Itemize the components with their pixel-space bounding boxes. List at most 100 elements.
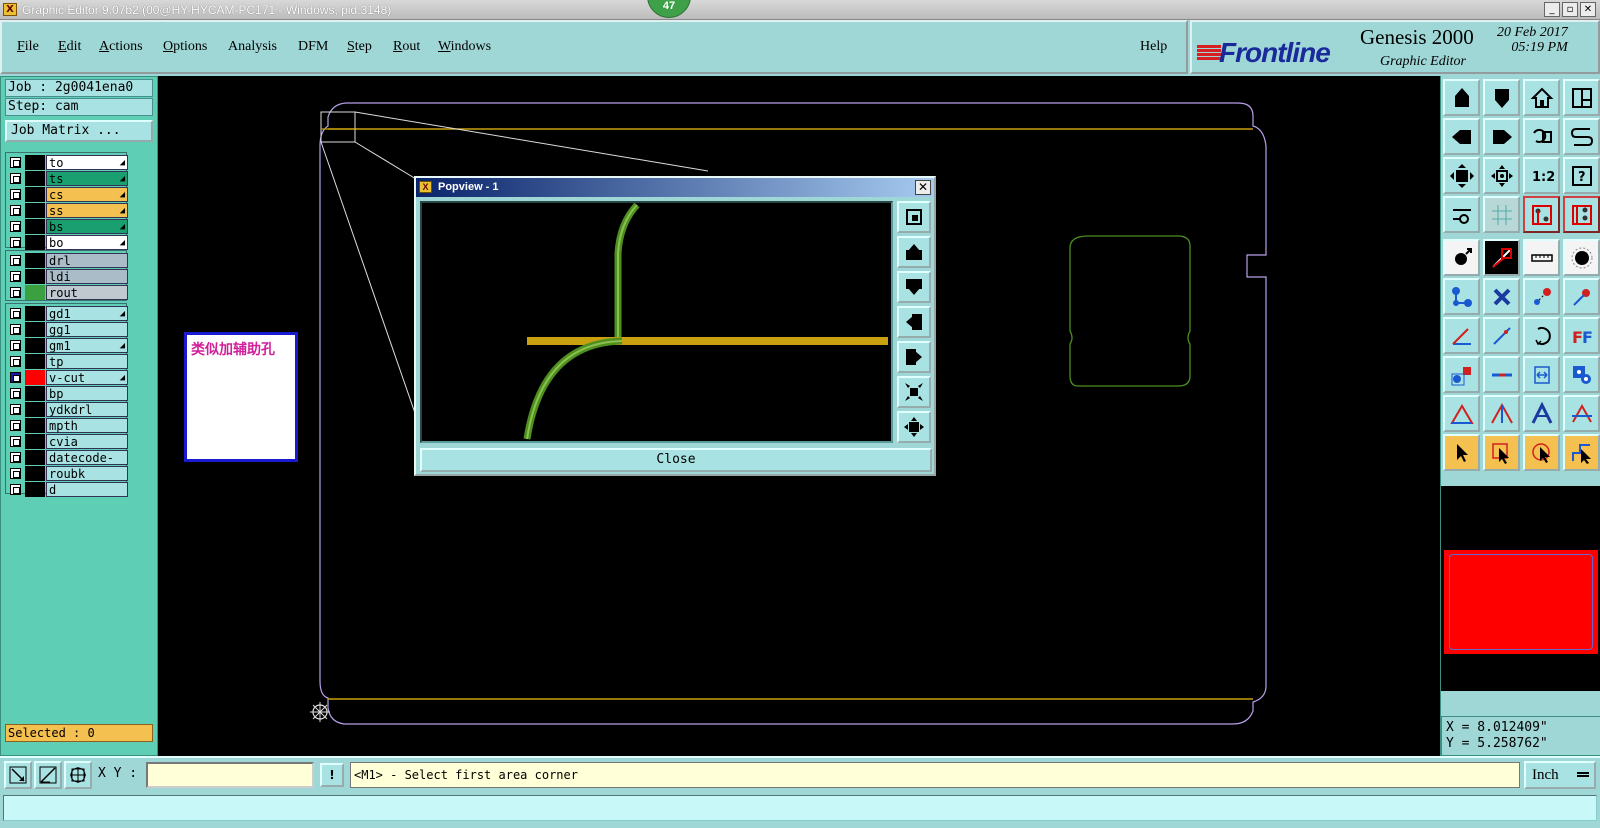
pan-down-icon[interactable] (1483, 79, 1520, 116)
layer-color-swatch[interactable] (25, 369, 45, 385)
layer-row-ss[interactable]: ss ◢ (8, 202, 128, 219)
popview-zoom-out-icon[interactable] (897, 411, 931, 443)
layer-row-roubk[interactable]: roubk (8, 465, 128, 482)
layer-checkbox[interactable] (10, 355, 21, 367)
layer-display-alt-icon[interactable] (1563, 196, 1600, 233)
layer-row-bs[interactable]: bs ◢ (8, 218, 128, 235)
menu-analysis[interactable]: Analysis (228, 39, 277, 55)
settings-tools-icon[interactable] (1443, 196, 1480, 233)
layer-color-swatch[interactable] (25, 481, 45, 497)
layer-checkbox[interactable] (10, 286, 21, 298)
select-area-icon[interactable] (1483, 434, 1520, 471)
layer-row-bo[interactable]: bo ◢ (8, 234, 128, 251)
layer-checkbox[interactable] (10, 403, 21, 415)
menu-step[interactable]: Step (347, 39, 372, 55)
popview-close-button[interactable]: Close (420, 448, 932, 472)
alert-icon[interactable]: ! (320, 763, 344, 787)
window-split-icon[interactable] (1563, 79, 1600, 116)
layer-name[interactable]: bp (46, 385, 128, 401)
layer-row-bp[interactable]: bp (8, 385, 128, 402)
layer-name[interactable]: ss ◢ (46, 202, 128, 218)
layer-checkbox[interactable] (10, 483, 21, 495)
layer-row-tp[interactable]: tp (8, 353, 128, 370)
layer-checkbox[interactable] (10, 467, 21, 479)
layer-name[interactable]: bs ◢ (46, 218, 128, 234)
layer-row-ts[interactable]: ts ◢ (8, 170, 128, 187)
layer-checkbox[interactable] (10, 255, 21, 266)
layer-row-cvia[interactable]: cvia (8, 433, 128, 450)
layer-color-swatch[interactable] (25, 268, 45, 284)
layer-color-swatch[interactable] (25, 449, 45, 465)
rotate-view-icon[interactable] (1523, 118, 1560, 155)
xy-input[interactable] (146, 762, 314, 788)
layer-color-swatch[interactable] (25, 170, 45, 186)
layer-color-swatch[interactable] (25, 433, 45, 449)
layer-color-swatch[interactable] (25, 385, 45, 401)
layer-color-swatch[interactable] (25, 337, 45, 353)
layer-row-cs[interactable]: cs ◢ (8, 186, 128, 203)
arc-icon[interactable] (1523, 317, 1560, 354)
pad-array-icon[interactable] (1563, 356, 1600, 393)
overview-minimap[interactable] (1441, 486, 1600, 691)
layer-row-rout[interactable]: rout (8, 284, 128, 301)
layer-checkbox[interactable] (10, 270, 21, 282)
layer-row-drl[interactable]: drl (8, 253, 128, 269)
move-pad-icon[interactable] (1523, 278, 1560, 315)
layer-checkbox[interactable] (10, 451, 21, 463)
layer-checkbox[interactable] (10, 371, 21, 383)
home-icon[interactable] (1523, 79, 1560, 116)
layer-row-ydkdrl[interactable]: ydkdrl (8, 401, 128, 418)
layer-name[interactable]: gm1 ◢ (46, 337, 128, 353)
zoom-center-icon[interactable] (1483, 157, 1520, 194)
grid-icon[interactable] (1483, 196, 1520, 233)
add-line-icon[interactable] (1483, 239, 1520, 276)
pad-group-icon[interactable] (1443, 356, 1480, 393)
layer-name[interactable]: drl (46, 253, 128, 268)
layer-color-swatch[interactable] (25, 417, 45, 433)
help-icon[interactable]: ? (1563, 157, 1600, 194)
popview-canvas[interactable] (420, 201, 893, 443)
popview-close-icon[interactable]: ✕ (915, 180, 931, 195)
layer-name[interactable]: bo ◢ (46, 234, 128, 250)
layer-row-mpth[interactable]: mpth (8, 417, 128, 434)
maximize-button[interactable]: ▫ (1562, 2, 1578, 17)
popview-pan-down-icon[interactable] (897, 271, 931, 303)
layer-name[interactable]: gg1 (46, 321, 128, 337)
layer-checkbox[interactable] (10, 204, 21, 216)
mirror-view-icon[interactable] (1563, 118, 1600, 155)
layer-color-swatch[interactable] (25, 284, 45, 300)
zoom-fit-icon[interactable] (1443, 157, 1480, 194)
triangle-small-icon[interactable] (1443, 395, 1480, 432)
menu-windows[interactable]: Windows (438, 39, 491, 55)
layer-row-gm1[interactable]: gm1 ◢ (8, 337, 128, 354)
unit-select[interactable]: Inch (1524, 761, 1596, 789)
layer-name[interactable]: rout (46, 284, 128, 300)
layer-display-icon[interactable] (1523, 196, 1560, 233)
pan-right-icon[interactable] (1483, 118, 1520, 155)
layer-row-v-cut[interactable]: v-cut ◢ (8, 369, 128, 386)
snap-corner-icon[interactable] (4, 761, 32, 789)
line-split-icon[interactable] (1483, 356, 1520, 393)
angle-line-icon[interactable] (1443, 317, 1480, 354)
layer-checkbox[interactable] (10, 339, 21, 351)
layer-color-swatch[interactable] (25, 306, 45, 321)
layer-color-swatch[interactable] (25, 253, 45, 268)
layer-color-swatch[interactable] (25, 321, 45, 337)
slant-line-icon[interactable] (1483, 317, 1520, 354)
layer-color-swatch[interactable] (25, 234, 45, 250)
layer-name[interactable]: tp (46, 353, 128, 369)
layer-name[interactable]: d (46, 481, 128, 497)
menu-help[interactable]: Help (1140, 39, 1167, 55)
menu-actions[interactable]: Actions (99, 39, 143, 55)
menu-rout[interactable]: Rout (393, 39, 420, 55)
popview-pan-up-icon[interactable] (897, 236, 931, 268)
layer-name[interactable]: mpth (46, 417, 128, 433)
snap-grid-icon[interactable] (64, 761, 92, 789)
layer-name[interactable]: cvia (46, 433, 128, 449)
layer-color-swatch[interactable] (25, 465, 45, 481)
resize-icon[interactable] (1523, 356, 1560, 393)
layer-name[interactable]: ydkdrl (46, 401, 128, 417)
layer-name[interactable]: v-cut ◢ (46, 369, 128, 385)
layer-checkbox[interactable] (10, 172, 21, 184)
popview-zoom-in-icon[interactable] (897, 376, 931, 408)
